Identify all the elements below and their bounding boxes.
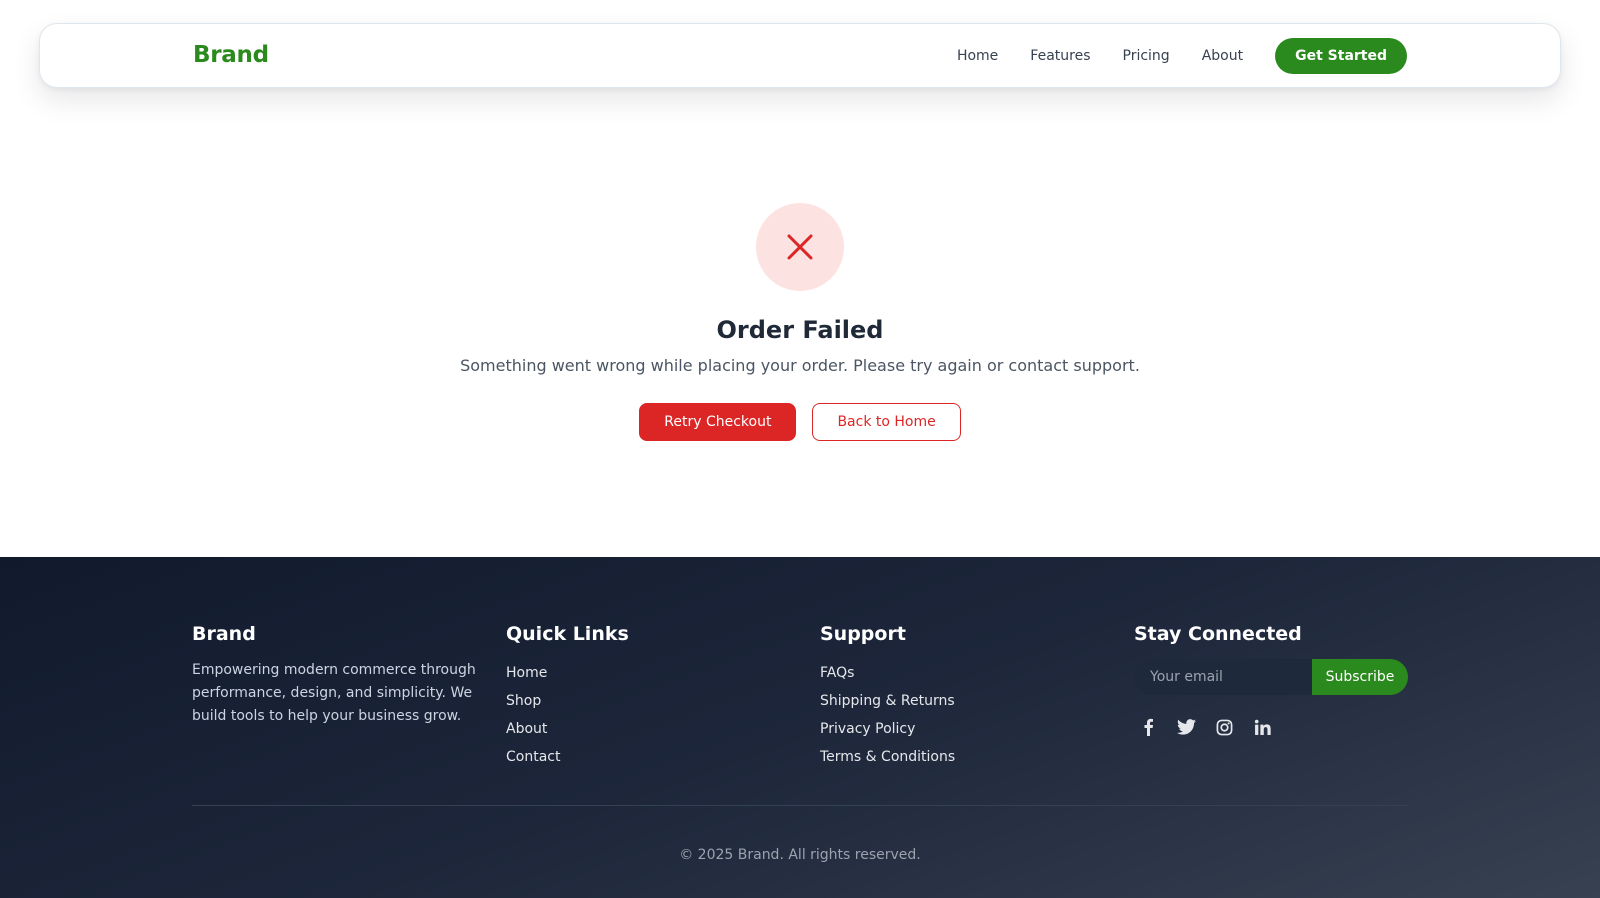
brand-logo[interactable]: Brand [193, 42, 269, 68]
copyright-text: © 2025 Brand. All rights reserved. [679, 847, 921, 863]
get-started-button[interactable]: Get Started [1275, 38, 1407, 74]
facebook-icon[interactable] [1138, 717, 1158, 737]
footer-brand-title: Brand [192, 623, 256, 645]
page-title: Order Failed [716, 316, 884, 344]
footer-link-home[interactable]: Home [506, 659, 629, 687]
stay-connected-heading: Stay Connected [1134, 623, 1302, 645]
footer-connect-column: Stay Connected Subscribe [1134, 623, 1409, 737]
footer-link-terms[interactable]: Terms & Conditions [820, 743, 955, 771]
quick-links-heading: Quick Links [506, 623, 629, 645]
error-message: Something went wrong while placing your … [460, 356, 1140, 375]
nav-link-about[interactable]: About [1202, 48, 1243, 64]
error-icon-badge [756, 203, 844, 291]
footer-link-faqs[interactable]: FAQs [820, 659, 955, 687]
nav-link-pricing[interactable]: Pricing [1123, 48, 1170, 64]
footer-brand-description: Empowering modern commerce through perfo… [192, 662, 476, 724]
linkedin-icon[interactable] [1252, 717, 1272, 737]
footer-quick-links-column: Quick Links Home Shop About Contact [506, 623, 629, 771]
close-icon [787, 234, 813, 260]
footer-link-privacy-policy[interactable]: Privacy Policy [820, 715, 955, 743]
footer-brand-column: Brand Empowering modern commerce through… [192, 623, 482, 728]
newsletter-form: Subscribe [1134, 659, 1409, 695]
twitter-icon[interactable] [1176, 717, 1196, 737]
subscribe-button[interactable]: Subscribe [1312, 659, 1408, 695]
footer-support-column: Support FAQs Shipping & Returns Privacy … [820, 623, 955, 771]
footer-link-shipping-returns[interactable]: Shipping & Returns [820, 687, 955, 715]
nav-link-features[interactable]: Features [1030, 48, 1090, 64]
footer-link-shop[interactable]: Shop [506, 687, 629, 715]
footer: Brand Empowering modern commerce through… [0, 557, 1600, 898]
back-to-home-button[interactable]: Back to Home [812, 403, 961, 441]
support-heading: Support [820, 623, 906, 645]
footer-link-contact[interactable]: Contact [506, 743, 629, 771]
navbar: Brand Home Features Pricing About Get St… [39, 23, 1561, 88]
nav-links: Home Features Pricing About Get Started [957, 38, 1407, 74]
footer-link-about[interactable]: About [506, 715, 629, 743]
nav-link-home[interactable]: Home [957, 48, 998, 64]
order-failed-section: Order Failed Something went wrong while … [0, 88, 1600, 557]
footer-divider [192, 805, 1408, 806]
action-buttons: Retry Checkout Back to Home [0, 403, 1600, 441]
instagram-icon[interactable] [1214, 717, 1234, 737]
retry-checkout-button[interactable]: Retry Checkout [639, 403, 797, 441]
email-input[interactable] [1134, 659, 1312, 695]
social-links [1138, 717, 1409, 737]
